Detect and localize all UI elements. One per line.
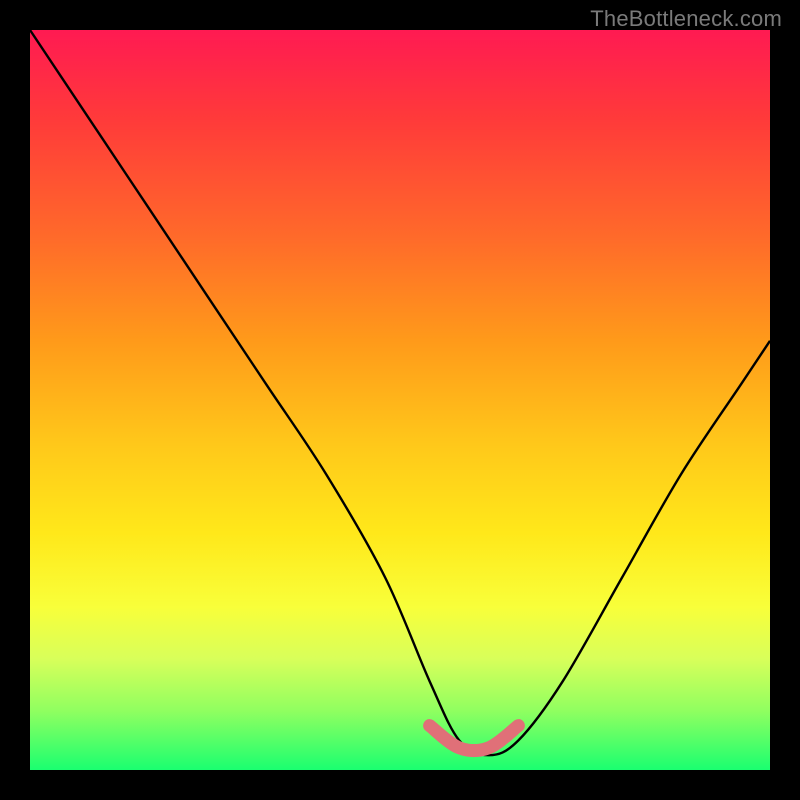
bottleneck-curve bbox=[30, 30, 770, 755]
plot-area bbox=[30, 30, 770, 770]
sweet-spot-highlight bbox=[430, 726, 519, 751]
chart-frame: TheBottleneck.com bbox=[0, 0, 800, 800]
curve-layer bbox=[30, 30, 770, 770]
watermark-text: TheBottleneck.com bbox=[590, 6, 782, 32]
